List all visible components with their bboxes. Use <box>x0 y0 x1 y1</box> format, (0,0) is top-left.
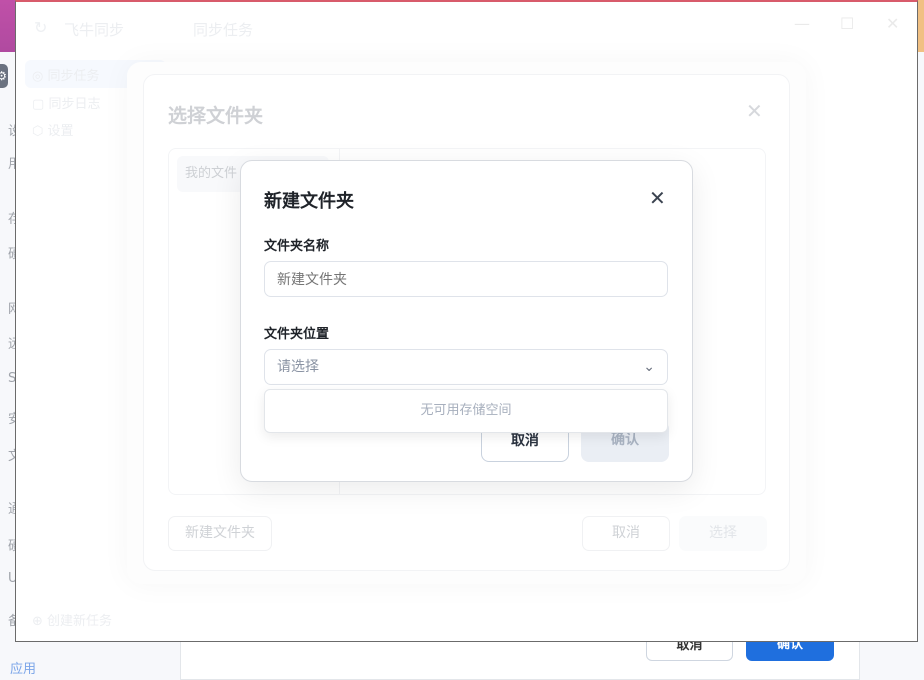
select-folder-title: 选择文件夹 <box>168 105 264 127</box>
new-folder-dialog: 新建文件夹 ✕ 文件夹名称 文件夹位置 请选择 ⌄ 无可用存储空间 取消 确认 <box>240 160 693 482</box>
desktop-wallpaper <box>0 0 15 52</box>
plus-circle-icon: ⊕ <box>32 614 43 629</box>
select-button[interactable]: 选择 <box>679 516 767 551</box>
close-icon[interactable]: ✕ <box>649 186 666 210</box>
sidebar-item-sync-log[interactable]: ▢ 同步日志 <box>32 93 100 112</box>
cancel-button[interactable]: 取消 <box>582 516 670 551</box>
gear-icon[interactable]: ⚙ <box>0 64 8 88</box>
close-window-icon[interactable]: ✕ <box>886 14 899 33</box>
new-folder-button[interactable]: 新建文件夹 <box>168 516 272 551</box>
sidebar-item-label: 设置 <box>47 124 74 139</box>
chevron-down-icon: ⌄ <box>643 359 655 375</box>
location-dropdown-empty: 无可用存储空间 <box>264 389 668 433</box>
page-title: 同步任务 <box>193 21 254 39</box>
sidebar-item-sync-tasks[interactable]: ◎ 同步任务 <box>32 65 100 84</box>
settings-icon: ⬡ <box>32 124 44 139</box>
sidebar-item-settings[interactable]: ⬡ 设置 <box>32 120 74 139</box>
close-icon[interactable]: ✕ <box>746 99 763 123</box>
location-placeholder: 请选择 <box>277 359 319 375</box>
dialog-title: 新建文件夹 <box>264 191 354 212</box>
log-icon: ▢ <box>32 97 45 112</box>
sidebar-item-label: 同步任务 <box>47 69 100 84</box>
folder-location-label: 文件夹位置 <box>264 327 330 342</box>
sidebar-item-label: 同步日志 <box>48 97 101 112</box>
maximize-icon[interactable]: ☐ <box>840 14 854 33</box>
create-task-button[interactable]: ⊕ 创建新任务 <box>32 610 112 629</box>
apps-link[interactable]: 应用 <box>10 658 36 677</box>
folder-name-input[interactable] <box>264 261 668 297</box>
sync-logo-icon: ↻ <box>34 18 48 37</box>
app-name: 飞牛同步 <box>64 21 125 39</box>
folder-name-label: 文件夹名称 <box>264 239 330 254</box>
minimize-icon[interactable]: — <box>794 14 810 33</box>
sync-icon: ◎ <box>32 69 44 84</box>
create-task-label: 创建新任务 <box>47 614 113 629</box>
folder-location-select[interactable]: 请选择 ⌄ <box>264 349 668 385</box>
